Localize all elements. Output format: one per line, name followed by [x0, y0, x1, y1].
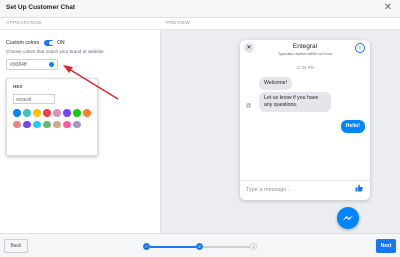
- dialog-footer: Back ✓ 2 3 Next: [0, 233, 400, 257]
- color-swatches: [13, 109, 97, 128]
- color-swatch[interactable]: [23, 109, 31, 117]
- custom-colors-row: Custom colors ON: [6, 40, 65, 46]
- color-swatch[interactable]: [63, 109, 71, 117]
- selected-color-swatch[interactable]: [49, 62, 54, 67]
- custom-colors-label: Custom colors: [6, 40, 40, 46]
- reply-time: Typically replies within an hour: [277, 51, 333, 56]
- message-time: 12:36 PM: [296, 65, 314, 70]
- progress-segment: [150, 246, 196, 248]
- dialog-titlebar: Set Up Customer Chat ✕: [0, 0, 400, 18]
- user-message-bubble: Hello!: [340, 120, 365, 134]
- color-swatch[interactable]: [13, 109, 21, 117]
- hex-label: HEX: [13, 84, 23, 89]
- back-button[interactable]: Back: [4, 239, 28, 253]
- messenger-bolt-icon: [342, 215, 353, 221]
- step-indicator: 2: [196, 243, 203, 250]
- next-button[interactable]: Next: [376, 239, 396, 253]
- close-icon[interactable]: ✕: [384, 2, 392, 14]
- appearance-heading: APPEARANCE: [6, 21, 42, 26]
- custom-colors-toggle[interactable]: [44, 40, 55, 46]
- chat-preview-window: ✕ Entegral Typically replies within an h…: [240, 40, 370, 200]
- color-swatch[interactable]: [73, 120, 81, 128]
- divider: [240, 180, 370, 181]
- page-name: Entegral: [292, 43, 318, 50]
- hex-input[interactable]: #0084ff: [13, 94, 55, 104]
- divider: [160, 29, 400, 30]
- message-input[interactable]: Type a message...: [246, 187, 291, 193]
- thumbs-up-icon[interactable]: [355, 184, 363, 192]
- messenger-icon[interactable]: [337, 207, 359, 229]
- message-bubble: Let us know if you have any questions.: [259, 92, 331, 113]
- color-swatch[interactable]: [73, 109, 81, 117]
- color-swatch[interactable]: [43, 120, 51, 128]
- color-swatch[interactable]: [53, 120, 61, 128]
- color-swatch[interactable]: [43, 109, 51, 117]
- progress-segment: [203, 246, 250, 248]
- toggle-state-label: ON: [57, 40, 65, 46]
- step-indicator: 3: [250, 243, 257, 250]
- color-swatch[interactable]: [63, 120, 71, 128]
- message-bubble: Welcome!: [259, 77, 292, 91]
- color-swatch[interactable]: [23, 120, 31, 128]
- custom-colors-help: Choose colors that match your brand or w…: [6, 49, 105, 54]
- color-picker-popover: HEX #0084ff: [6, 78, 98, 156]
- info-icon[interactable]: i: [355, 43, 365, 53]
- dialog-title: Set Up Customer Chat: [6, 4, 75, 11]
- page-avatar-icon: @: [246, 103, 252, 109]
- color-swatch[interactable]: [83, 109, 91, 117]
- preview-heading: PREVIEW: [166, 21, 191, 26]
- color-swatch[interactable]: [33, 109, 41, 117]
- step-indicator: ✓: [143, 243, 150, 250]
- color-swatch[interactable]: [53, 109, 61, 117]
- color-swatch[interactable]: [33, 120, 41, 128]
- color-swatch[interactable]: [13, 120, 21, 128]
- divider: [0, 29, 160, 30]
